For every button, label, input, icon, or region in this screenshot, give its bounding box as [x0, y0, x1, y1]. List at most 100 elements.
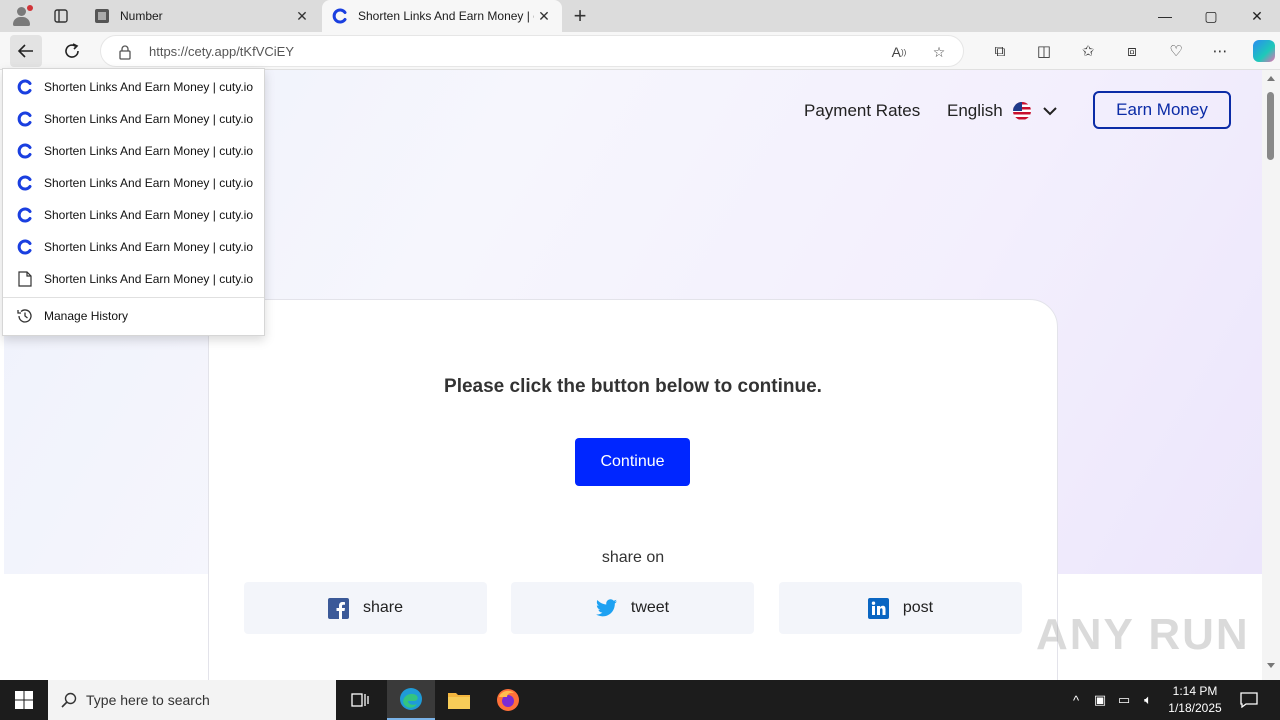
number-favicon-icon	[94, 8, 110, 24]
read-aloud-icon[interactable]: A))	[889, 42, 909, 62]
back-arrow-icon	[17, 44, 33, 58]
anyrun-watermark: ANY RUN	[1036, 610, 1250, 659]
minimize-button[interactable]: —	[1142, 0, 1188, 32]
extensions-icon[interactable]: ⧉	[978, 35, 1022, 67]
cuty-favicon-icon	[16, 174, 34, 192]
copilot-icon[interactable]	[1242, 35, 1280, 67]
system-tray: ^ ▣ ▭ 🔈︎	[1068, 680, 1156, 720]
tab-title: Number	[120, 9, 163, 23]
windows-logo-icon	[15, 691, 33, 709]
notification-icon[interactable]	[1234, 680, 1264, 720]
back-history-menu: Shorten Links And Earn Money | cuty.io S…	[2, 68, 265, 336]
history-item-label: Shorten Links And Earn Money | cuty.io	[44, 240, 254, 254]
file-explorer-icon[interactable]	[435, 680, 483, 720]
twitter-bird-icon	[595, 598, 617, 619]
history-item[interactable]: Shorten Links And Earn Money | cuty.io	[3, 135, 264, 167]
continue-button[interactable]: Continue	[575, 438, 690, 486]
back-button[interactable]	[10, 35, 42, 67]
device-icon[interactable]: ▣	[1092, 692, 1108, 708]
windows-taskbar: Type here to search ^ ▣ ▭ 🔈︎ 1:14 PM 1/1…	[0, 680, 1280, 720]
tab-cuty[interactable]: Shorten Links And Earn Money | c ✕	[322, 0, 562, 32]
refresh-button[interactable]	[56, 35, 88, 67]
share-label: share	[362, 599, 404, 616]
scroll-down-arrow-icon[interactable]	[1267, 663, 1275, 668]
clock-time: 1:14 PM	[1172, 684, 1218, 698]
history-item[interactable]: Shorten Links And Earn Money | cuty.io	[3, 231, 264, 263]
collections-icon[interactable]: ⧈	[1110, 35, 1154, 67]
continue-message: Please click the button below to continu…	[444, 376, 822, 397]
refresh-icon	[65, 43, 79, 58]
new-tab-button[interactable]: +	[566, 3, 594, 28]
history-item[interactable]: Shorten Links And Earn Money | cuty.io	[3, 103, 264, 135]
cuty-favicon-icon	[332, 8, 348, 24]
cuty-favicon-icon	[16, 110, 34, 128]
maximize-button[interactable]: ▢	[1188, 0, 1234, 32]
url-text[interactable]: https://cety.app/tKfVCiEY	[149, 44, 294, 59]
share-twitter-button[interactable]: tweet	[511, 582, 754, 634]
more-menu-icon[interactable]: ⋯	[1198, 35, 1242, 67]
history-divider	[3, 297, 264, 298]
history-item[interactable]: Shorten Links And Earn Money | cuty.io	[3, 71, 264, 103]
browser-toolbar: https://cety.app/tKfVCiEY A)) ☆ ⧉ ◫ ✩ ⧈ …	[0, 32, 1280, 70]
history-item-label: Shorten Links And Earn Money | cuty.io	[44, 272, 254, 286]
history-item-label: Shorten Links And Earn Money | cuty.io	[44, 208, 254, 222]
split-screen-icon[interactable]: ◫	[1022, 35, 1066, 67]
history-item[interactable]: Shorten Links And Earn Money | cuty.io	[3, 167, 264, 199]
continue-card: Please click the button below to continu…	[208, 299, 1058, 680]
history-item-label: Shorten Links And Earn Money | cuty.io	[44, 112, 254, 126]
profile-icon[interactable]	[8, 4, 36, 28]
language-selector[interactable]: English	[947, 101, 1057, 121]
page-scrollbar[interactable]	[1262, 70, 1280, 680]
clock-date: 1/18/2025	[1168, 701, 1222, 715]
history-item[interactable]: Shorten Links And Earn Money | cuty.io	[3, 199, 264, 231]
share-on-label: share on	[601, 549, 665, 566]
tab-strip: Number ✕ Shorten Links And Earn Money | …	[0, 0, 1280, 32]
history-item-label: Shorten Links And Earn Money | cuty.io	[44, 80, 254, 94]
start-button[interactable]	[0, 680, 48, 720]
chevron-up-icon[interactable]: ^	[1068, 693, 1084, 708]
tab-actions-icon[interactable]	[48, 4, 74, 28]
earn-money-button[interactable]: Earn Money	[1093, 91, 1231, 129]
us-flag-icon	[1012, 102, 1031, 120]
manage-history-item[interactable]: Manage History	[3, 300, 264, 332]
search-icon	[60, 691, 78, 709]
firefox-icon[interactable]	[484, 680, 532, 720]
favorite-star-icon[interactable]: ☆	[929, 42, 949, 62]
manage-history-label: Manage History	[44, 309, 129, 323]
volume-icon[interactable]: 🔈︎	[1140, 692, 1156, 708]
cuty-favicon-icon	[16, 78, 34, 96]
taskbar-search-box[interactable]: Type here to search	[48, 680, 336, 720]
close-tab-icon[interactable]: ✕	[534, 6, 554, 26]
facebook-icon	[327, 597, 349, 619]
favorites-icon[interactable]: ✩	[1066, 35, 1110, 67]
taskbar-clock[interactable]: 1:14 PM 1/18/2025	[1164, 683, 1226, 717]
scroll-up-arrow-icon[interactable]	[1267, 76, 1275, 81]
search-placeholder: Type here to search	[86, 692, 210, 708]
scroll-thumb[interactable]	[1267, 92, 1274, 160]
history-item-label: Shorten Links And Earn Money | cuty.io	[44, 176, 254, 190]
window-controls: — ▢ ✕	[1142, 0, 1280, 32]
close-window-button[interactable]: ✕	[1234, 0, 1280, 32]
edge-taskbar-icon[interactable]	[387, 680, 435, 720]
cuty-favicon-icon	[16, 142, 34, 160]
post-label: post	[902, 599, 934, 616]
network-icon[interactable]: ▭	[1116, 692, 1132, 708]
language-label: English	[947, 101, 1003, 120]
payment-rates-link[interactable]: Payment Rates	[804, 101, 920, 121]
history-item-label: Shorten Links And Earn Money | cuty.io	[44, 144, 254, 158]
linkedin-icon	[867, 597, 889, 619]
tweet-label: tweet	[630, 599, 670, 616]
address-bar[interactable]: https://cety.app/tKfVCiEY A)) ☆	[100, 35, 964, 67]
close-tab-icon[interactable]: ✕	[292, 6, 312, 26]
history-clock-icon	[16, 307, 34, 325]
history-item[interactable]: Shorten Links And Earn Money | cuty.io	[3, 263, 264, 295]
share-facebook-button[interactable]: share	[244, 582, 487, 634]
browser-essentials-icon[interactable]: ♡	[1154, 35, 1198, 67]
task-view-icon[interactable]	[336, 680, 384, 720]
cuty-favicon-icon	[16, 238, 34, 256]
lock-icon[interactable]	[117, 44, 133, 60]
cuty-favicon-icon	[16, 206, 34, 224]
page-icon	[16, 270, 34, 288]
tab-number[interactable]: Number ✕	[84, 0, 320, 32]
share-linkedin-button[interactable]: post	[779, 582, 1022, 634]
